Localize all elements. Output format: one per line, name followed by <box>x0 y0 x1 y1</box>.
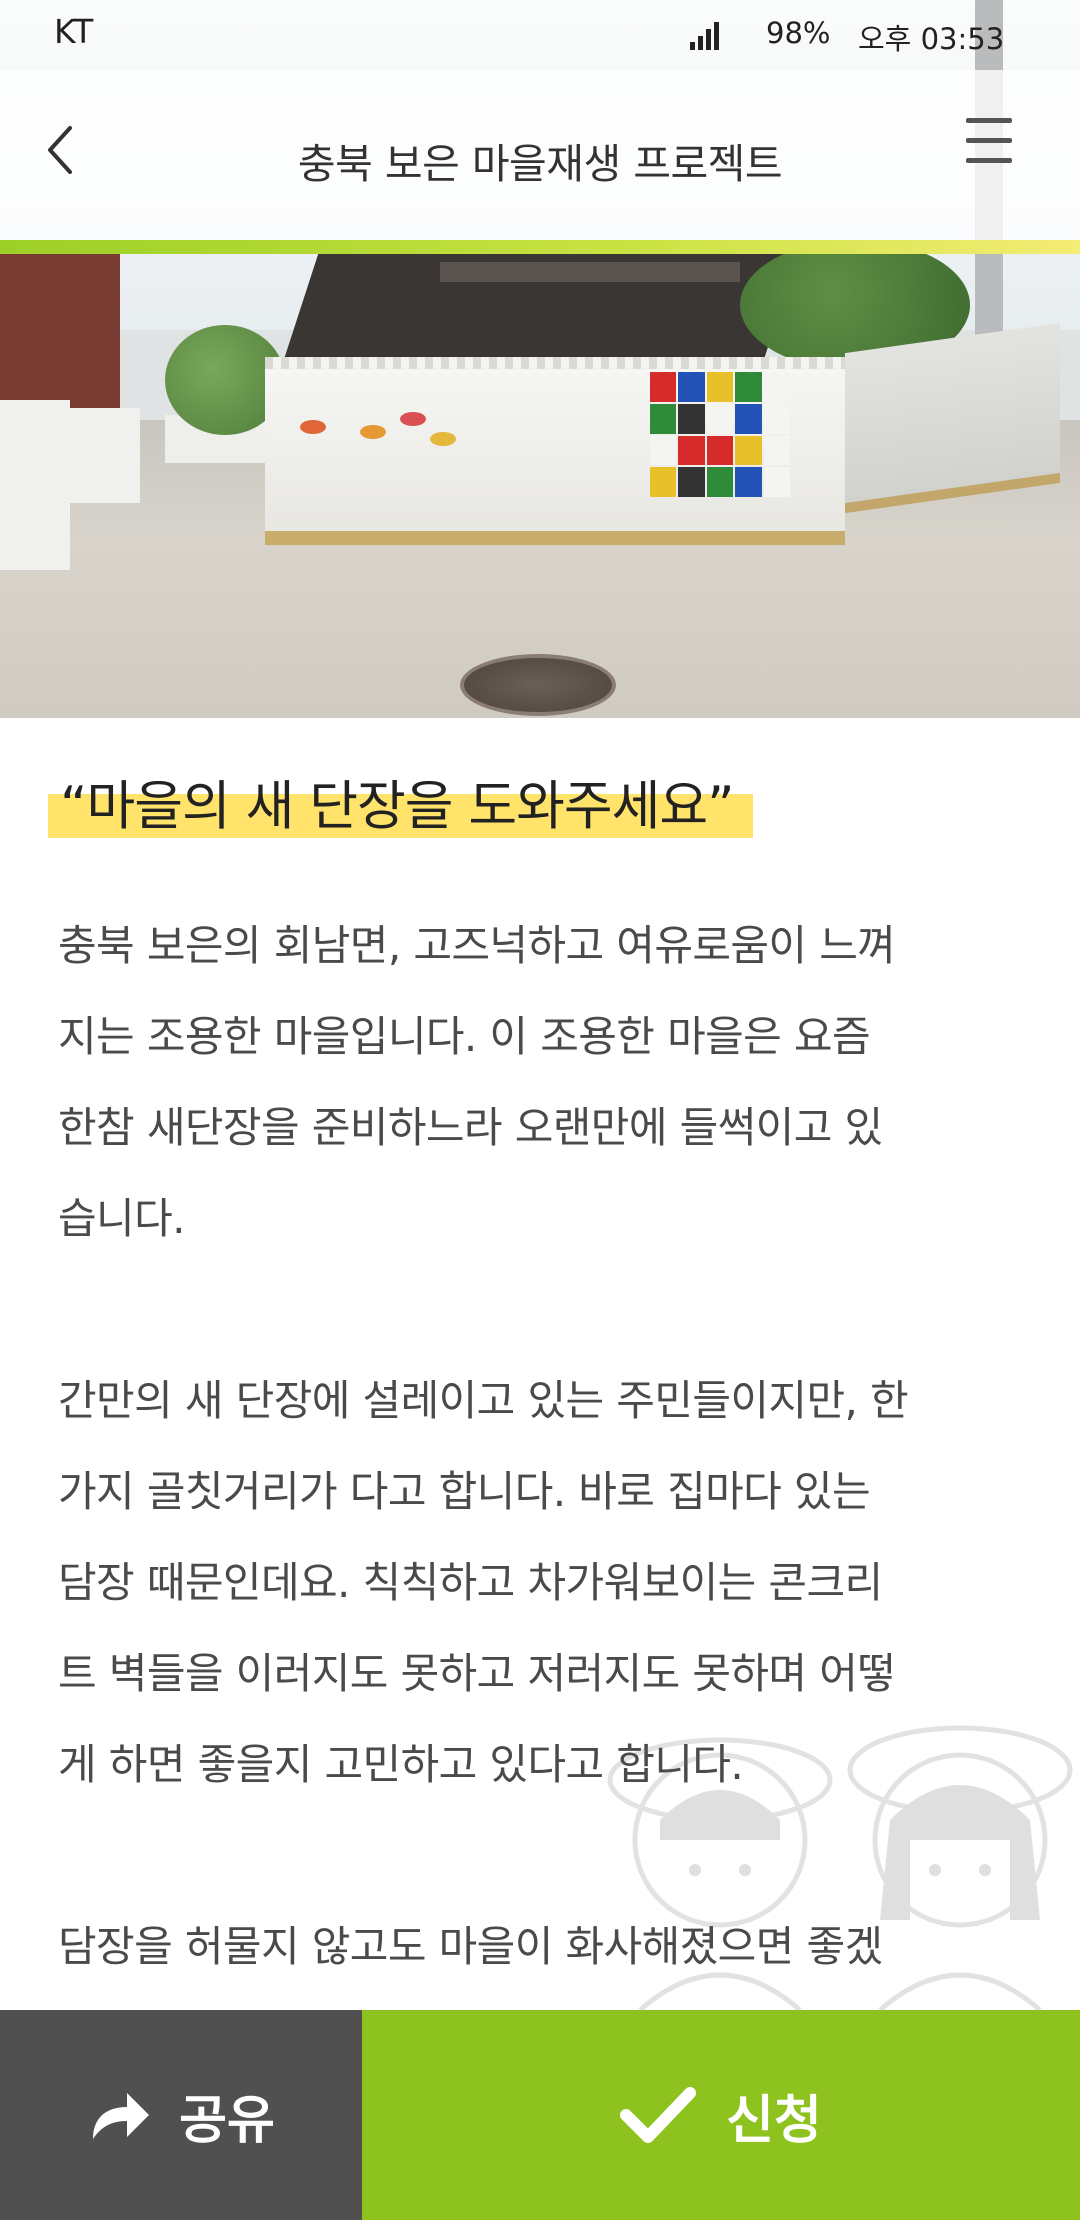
villagers-illustration <box>600 1690 1080 2020</box>
headline: “마을의 새 단장을 도와주세요” <box>48 764 753 840</box>
status-battery: 98% <box>766 16 831 50</box>
article-line: 지는 조용한 마을입니다. 이 조용한 마을은 요즘 <box>58 1012 871 1061</box>
header-accent-line <box>0 240 1080 254</box>
page-title: 충북 보은 마을재생 프로젝트 <box>297 140 783 188</box>
article-line: 습니다. <box>58 1194 185 1243</box>
apply-button[interactable]: 신청 <box>362 2010 1080 2220</box>
share-arrow-icon <box>87 2087 153 2143</box>
menu-button[interactable] <box>966 114 1018 168</box>
photo-fish-painting <box>300 420 326 434</box>
headline-text: “마을의 새 단장을 도와주세요” <box>60 776 735 837</box>
photo-manhole <box>460 654 616 716</box>
villagers-illustration-icon <box>607 1725 1073 2012</box>
photo-fish-painting <box>400 412 426 426</box>
photo-wall-cap <box>265 357 845 369</box>
checkmark-icon <box>620 2085 697 2145</box>
share-button[interactable]: 공유 <box>0 2010 362 2220</box>
photo-side-wall <box>845 322 1060 514</box>
status-carrier: KT <box>54 12 94 51</box>
article-line: 간만의 새 단장에 설레이고 있는 주민들이지만, 한 <box>58 1376 909 1425</box>
photo-wall <box>60 408 140 503</box>
status-bar: KT 98% 오후 03:53 <box>0 0 1080 70</box>
article-line: 담장 때문인데요. 칙칙하고 차가워보이는 콘크리 <box>58 1558 883 1607</box>
photo-roof-edge <box>440 262 740 282</box>
photo-fish-painting <box>360 425 386 439</box>
bottom-action-bar: 공유 신청 <box>0 2010 1080 2220</box>
signal-icon <box>690 20 722 50</box>
article-line: 한참 새단장을 준비하느라 오랜만에 들썩이고 있 <box>58 1103 883 1152</box>
app-header: 충북 보은 마을재생 프로젝트 <box>0 70 1080 240</box>
apply-label: 신청 <box>726 2090 822 2151</box>
photo-brick-house <box>0 250 120 410</box>
share-label: 공유 <box>179 2090 275 2151</box>
photo-fish-painting <box>430 432 456 446</box>
article-line: 충북 보은의 회남면, 고즈넉하고 여유로움이 느껴 <box>58 921 896 970</box>
photo-mosaic-tiles <box>650 372 790 497</box>
article-line: 가지 골칫거리가 다고 합니다. 바로 집마다 있는 <box>58 1467 871 1516</box>
status-time: 오후 03:53 <box>858 22 1005 56</box>
